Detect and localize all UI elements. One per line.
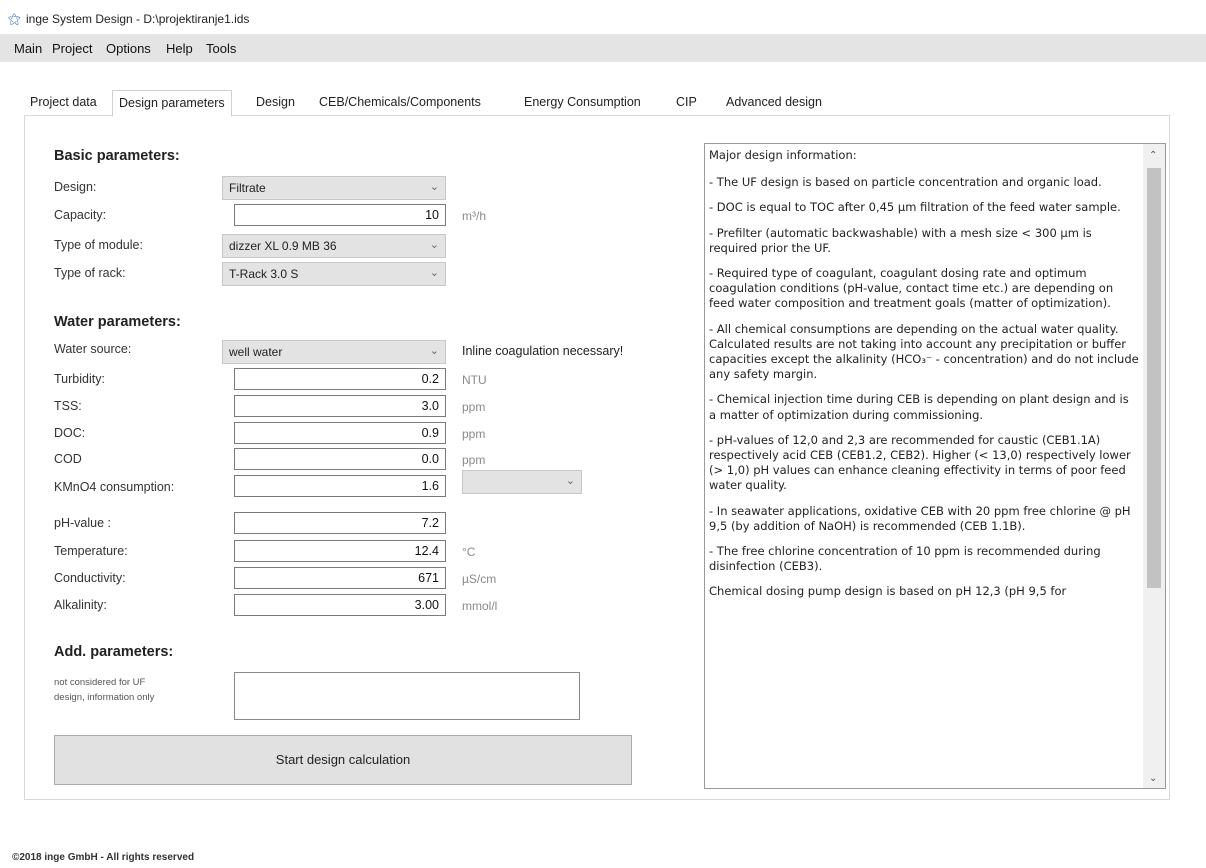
water-parameters-heading: Water parameters: xyxy=(54,314,181,330)
tss-label: TSS: xyxy=(54,399,82,413)
design-select[interactable]: Filtrate ⌄ xyxy=(222,176,446,200)
water-source-value: well water xyxy=(229,345,283,359)
footer-copyright: ©2018 inge GmbH - All rights reserved xyxy=(12,852,195,863)
conductivity-input[interactable]: 671 xyxy=(234,567,446,589)
alkalinity-unit: mmol/l xyxy=(462,599,498,613)
conductivity-label: Conductivity: xyxy=(54,571,126,585)
tab-design-parameters[interactable]: Design parameters xyxy=(112,90,232,117)
tss-unit: ppm xyxy=(462,400,486,414)
turbidity-unit: NTU xyxy=(462,373,487,387)
window-title: inge System Design - D:\projektiranje1.i… xyxy=(26,12,250,26)
coagulation-note: Inline coagulation necessary! xyxy=(462,344,624,358)
info-paragraph: - All chemical consumptions are dependin… xyxy=(709,321,1139,382)
design-information-box[interactable]: Major design information: - The UF desig… xyxy=(704,143,1166,789)
chevron-down-icon: ⌄ xyxy=(429,239,439,251)
additional-note-line2: design, information only xyxy=(54,692,155,703)
cod-label: COD xyxy=(54,452,82,466)
scroll-up-icon[interactable]: ⌃ xyxy=(1149,150,1157,161)
info-paragraph: - Chemical injection time during CEB is … xyxy=(709,392,1129,422)
tab-design[interactable]: Design xyxy=(250,90,301,116)
kmno4-label: KMnO4 consumption: xyxy=(54,480,175,494)
rack-label: Type of rack: xyxy=(54,266,126,280)
menu-project[interactable]: Project xyxy=(52,41,92,56)
kmno4-input[interactable]: 1.6 xyxy=(234,475,446,497)
additional-note-line1: not considered for UF xyxy=(54,677,146,688)
info-paragraph: - Prefilter (automatic backwashable) wit… xyxy=(709,225,1092,255)
cod-unit: ppm xyxy=(462,453,486,467)
app-logo-icon: ⚝ xyxy=(8,11,21,26)
chevron-down-icon: ⌄ xyxy=(429,267,439,279)
doc-unit: ppm xyxy=(462,427,486,441)
scrollbar-thumb[interactable] xyxy=(1147,168,1161,588)
capacity-input[interactable]: 10 xyxy=(234,204,446,226)
tss-input[interactable]: 3.0 xyxy=(234,395,446,417)
capacity-unit: m³/h xyxy=(462,209,486,223)
info-paragraph: - DOC is equal to TOC after 0,45 µm filt… xyxy=(709,200,1121,215)
tab-energy-consumption[interactable]: Energy Consumption xyxy=(518,90,647,116)
title-bar: ⚝ inge System Design - D:\projektiranje1… xyxy=(0,0,1206,34)
water-source-label: Water source: xyxy=(54,342,132,356)
additional-parameters-textarea[interactable] xyxy=(234,672,580,720)
doc-input[interactable]: 0.9 xyxy=(234,422,446,444)
conductivity-unit: µS/cm xyxy=(462,572,497,586)
kmno4-unit-select[interactable]: ⌄ xyxy=(462,470,582,494)
scroll-down-icon[interactable]: ⌄ xyxy=(1149,773,1157,784)
ph-input[interactable]: 7.2 xyxy=(234,512,446,534)
turbidity-input[interactable]: 0.2 xyxy=(234,368,446,390)
menu-main[interactable]: Main xyxy=(14,41,42,56)
info-paragraph: - In seawater applications, oxidative CE… xyxy=(709,503,1131,533)
info-paragraph: - The UF design is based on particle con… xyxy=(709,175,1102,190)
menu-bar: Main Project Options Help Tools xyxy=(0,34,1206,62)
rack-select-value: T-Rack 3.0 S xyxy=(229,267,299,281)
chevron-down-icon: ⌄ xyxy=(429,345,439,357)
alkalinity-input[interactable]: 3.00 xyxy=(234,594,446,616)
chevron-down-icon: ⌄ xyxy=(429,181,439,193)
design-information-text: Major design information: - The UF desig… xyxy=(709,148,1139,784)
chevron-down-icon: ⌄ xyxy=(565,475,575,487)
temperature-label: Temperature: xyxy=(54,544,128,558)
tab-advanced-design[interactable]: Advanced design xyxy=(720,90,828,116)
info-scrollbar[interactable]: ⌃ ⌄ xyxy=(1143,144,1165,788)
tab-project-data[interactable]: Project data xyxy=(24,90,103,116)
info-paragraph: - pH-values of 12,0 and 2,3 are recommen… xyxy=(709,432,1131,493)
alkalinity-label: Alkalinity: xyxy=(54,598,107,612)
ph-label: pH-value : xyxy=(54,516,111,530)
module-select-value: dizzer XL 0.9 MB 36 xyxy=(229,239,337,253)
additional-parameters-heading: Add. parameters: xyxy=(54,644,174,660)
water-source-select[interactable]: well water ⌄ xyxy=(222,340,446,364)
tab-ceb-chemicals-components[interactable]: CEB/Chemicals/Components xyxy=(313,90,487,116)
menu-help[interactable]: Help xyxy=(166,41,193,56)
info-heading: Major design information: xyxy=(709,148,857,162)
cod-input[interactable]: 0.0 xyxy=(234,448,446,470)
design-label: Design: xyxy=(54,180,97,194)
temperature-unit: °C xyxy=(462,545,476,559)
tab-cip[interactable]: CIP xyxy=(670,90,703,116)
design-select-value: Filtrate xyxy=(229,181,266,195)
module-select[interactable]: dizzer XL 0.9 MB 36 ⌄ xyxy=(222,234,446,258)
info-paragraph: - The free chlorine concentration of 10 … xyxy=(709,544,1101,574)
doc-label: DOC: xyxy=(54,426,86,440)
info-paragraph: Chemical dosing pump design is based on … xyxy=(709,584,1067,599)
rack-select[interactable]: T-Rack 3.0 S ⌄ xyxy=(222,262,446,286)
start-design-calculation-button[interactable]: Start design calculation xyxy=(54,735,632,785)
menu-tools[interactable]: Tools xyxy=(206,41,236,56)
temperature-input[interactable]: 12.4 xyxy=(234,540,446,562)
module-label: Type of module: xyxy=(54,238,143,252)
menu-options[interactable]: Options xyxy=(106,41,151,56)
capacity-label: Capacity: xyxy=(54,208,107,222)
turbidity-label: Turbidity: xyxy=(54,372,105,386)
info-paragraph: - Required type of coagulant, coagulant … xyxy=(709,266,1114,311)
basic-parameters-heading: Basic parameters: xyxy=(54,148,180,164)
